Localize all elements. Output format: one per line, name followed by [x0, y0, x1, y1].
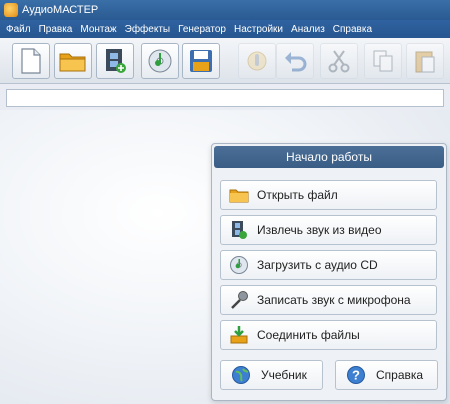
- save-button[interactable]: [182, 43, 220, 79]
- load-cd-label: Загрузить с аудио CD: [257, 258, 378, 272]
- extract-audio-action-button[interactable]: Извлечь звук из видео: [220, 215, 437, 245]
- open-folder-icon: [59, 53, 86, 72]
- merge-files-icon: [230, 326, 248, 344]
- save-floppy-icon: [190, 50, 212, 72]
- help-button[interactable]: ? Справка: [335, 360, 438, 390]
- menu-settings[interactable]: Настройки: [234, 24, 283, 35]
- merge-files-label: Соединить файлы: [257, 328, 360, 342]
- start-panel-title: Начало работы: [214, 146, 444, 168]
- open-file-action-button[interactable]: Открыть файл: [220, 180, 437, 210]
- menu-edit[interactable]: Правка: [39, 24, 73, 35]
- microphone-icon: [231, 291, 248, 309]
- progress-bar: [6, 89, 444, 107]
- microphone-icon: [247, 51, 267, 71]
- title-bar: АудиоМАСТЕР: [0, 0, 450, 20]
- menu-montage[interactable]: Монтаж: [80, 24, 116, 35]
- menu-help[interactable]: Справка: [333, 24, 372, 35]
- extract-audio-label: Извлечь звук из видео: [257, 223, 382, 237]
- video-film-icon: [106, 49, 126, 73]
- merge-files-action-button[interactable]: Соединить файлы: [220, 320, 437, 350]
- undo-button[interactable]: [276, 43, 314, 79]
- menu-generator[interactable]: Генератор: [178, 24, 226, 35]
- video-film-icon: [232, 221, 247, 239]
- record-mic-button[interactable]: [238, 43, 276, 79]
- globe-icon: [232, 366, 250, 384]
- load-cd-action-button[interactable]: Загрузить с аудио CD: [220, 250, 437, 280]
- open-file-button[interactable]: [54, 43, 92, 79]
- tutorial-button[interactable]: Учебник: [220, 360, 323, 390]
- help-label: Справка: [376, 368, 424, 382]
- extract-video-button[interactable]: [96, 43, 134, 79]
- load-cd-button[interactable]: [141, 43, 179, 79]
- copy-button[interactable]: [364, 43, 402, 79]
- menu-file[interactable]: Файл: [6, 24, 31, 35]
- tutorial-label: Учебник: [261, 368, 307, 382]
- start-panel: Начало работы Открыть файл Извлечь звук …: [211, 143, 447, 401]
- help-question-icon: ?: [347, 366, 365, 384]
- paste-button[interactable]: [406, 43, 444, 79]
- cut-scissors-icon: [328, 50, 350, 73]
- open-file-label: Открыть файл: [257, 188, 338, 202]
- menu-effects[interactable]: Эффекты: [125, 24, 170, 35]
- copy-icon: [373, 50, 393, 72]
- undo-icon: [285, 52, 307, 72]
- cut-button[interactable]: [320, 43, 358, 79]
- new-file-icon: [21, 48, 41, 74]
- menu-bar: Файл Правка Монтаж Эффекты Генератор Нас…: [0, 20, 450, 38]
- record-mic-action-button[interactable]: Записать звук с микрофона: [220, 285, 437, 315]
- paste-icon: [415, 51, 435, 73]
- svg-text:?: ?: [352, 368, 360, 383]
- open-folder-icon: [229, 189, 249, 203]
- audio-cd-icon: [230, 256, 248, 274]
- window-title: АудиоМАСТЕР: [22, 4, 99, 16]
- audio-cd-icon: [148, 49, 172, 73]
- record-mic-label: Записать звук с микрофона: [257, 293, 411, 307]
- app-logo-icon: [4, 3, 18, 17]
- toolbar: [0, 38, 450, 84]
- menu-analysis[interactable]: Анализ: [291, 24, 325, 35]
- new-file-button[interactable]: [12, 43, 50, 79]
